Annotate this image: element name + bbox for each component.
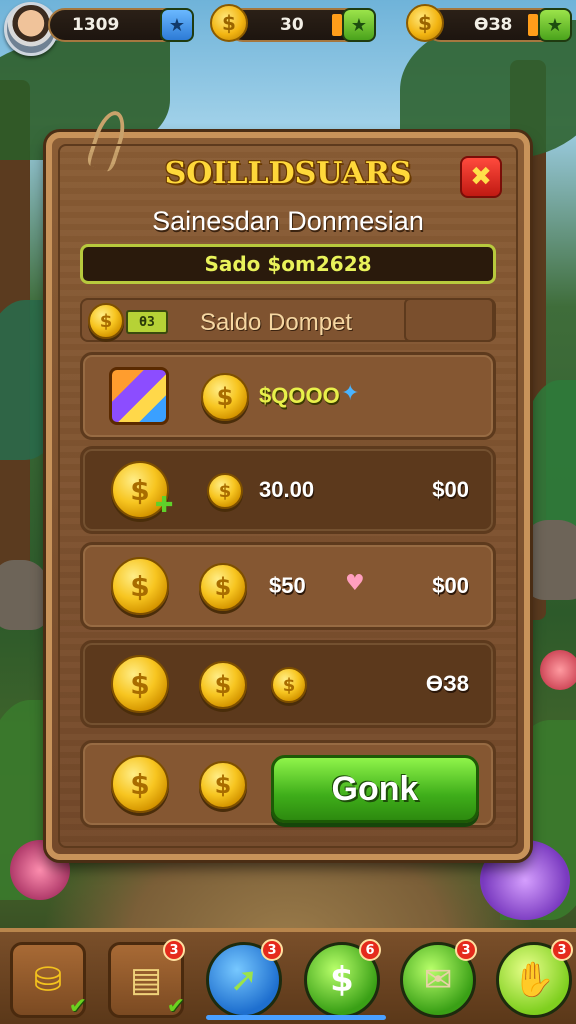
notification-badge: 6 xyxy=(359,939,381,961)
cash-bundle-button[interactable]: ▤ 3 ✔ xyxy=(108,939,185,1019)
coin-icon: $ xyxy=(199,761,247,809)
row-price: ӨЗ8 xyxy=(425,671,469,696)
heart-icon: ♥ xyxy=(345,571,365,596)
coin-icon: $ xyxy=(271,667,307,703)
add-coins-button-2[interactable]: ★ xyxy=(538,8,572,42)
shop-row[interactable]: $ $ $ ӨЗ8 xyxy=(80,640,496,728)
coin-progress-marker-2 xyxy=(528,14,538,36)
coin-icon: $ xyxy=(199,661,247,709)
coin-icon: $ xyxy=(199,563,247,611)
coin-progress-marker xyxy=(332,14,342,36)
wallet-panel: SOILLDSUARS ✖ Sainesdan Donmesian Sado $… xyxy=(46,107,530,860)
check-icon: ✔ xyxy=(166,994,185,1019)
player-score-value: 1309 xyxy=(72,15,120,35)
player-score-pill: 1309 ★ xyxy=(48,8,194,42)
add-score-button[interactable]: ★ xyxy=(160,8,194,42)
coin-icon: $ xyxy=(111,755,169,813)
coin-icon: $ xyxy=(210,4,248,42)
check-icon: ✔ xyxy=(68,994,87,1019)
balance-display: Sado $om2628 xyxy=(80,244,496,284)
balance-value: Sado $om2628 xyxy=(204,252,372,276)
home-arrow-icon: ➚ xyxy=(229,960,259,1000)
add-coins-button-1[interactable]: ★ xyxy=(342,8,376,42)
wallet-icon: ӨЗ xyxy=(126,310,168,334)
coin-icon: $ xyxy=(111,655,169,713)
notification-badge: 3 xyxy=(455,939,477,961)
shop-row[interactable]: $ ✚ $ 30.00 $00 xyxy=(80,446,496,534)
coin-icon: $ xyxy=(111,557,169,615)
star-icon: ★ xyxy=(546,14,564,36)
close-button[interactable]: ✖ xyxy=(460,156,502,198)
coin-pill-1: 30 ★ xyxy=(226,8,376,42)
panel-body: SOILLDSUARS ✖ Sainesdan Donmesian Sado $… xyxy=(58,144,518,848)
cash-bundle-icon: ▤ xyxy=(129,960,163,1000)
row-price: $00 xyxy=(432,477,469,502)
coin-pill-2: ӨЗ8 ★ xyxy=(424,8,572,42)
row-amount: $QOOO xyxy=(259,383,340,408)
notification-badge: 3 xyxy=(261,939,283,961)
coin-value-1: 30 xyxy=(280,15,304,35)
hand-icon: ✋ xyxy=(512,960,556,1000)
row-price: $00 xyxy=(432,573,469,598)
wallet-side-slot[interactable] xyxy=(404,298,494,342)
hand-button[interactable]: ✋ 3 xyxy=(496,939,573,1018)
shop-row[interactable]: $ $QOOO ✦ xyxy=(80,352,496,440)
coin-value-2: ӨЗ8 xyxy=(474,15,513,35)
shop-row[interactable]: $ $ $50 ♥ $00 xyxy=(80,542,496,630)
coin-icon: $ xyxy=(201,373,249,421)
panel-title: SOILLDSUARS xyxy=(164,156,412,191)
close-icon: ✖ xyxy=(470,162,492,192)
blue-sparkle-icon: ✦ xyxy=(341,381,360,406)
top-resource-bar: 1309 ★ 30 ★ $ ӨЗ8 ★ $ xyxy=(0,0,576,56)
coin-icon: $ xyxy=(406,4,444,42)
star-icon: ★ xyxy=(350,14,368,36)
treasure-chest-icon xyxy=(109,367,169,425)
dollar-icon: $ xyxy=(330,960,354,1000)
bottom-navigation-bar: ⛁ ✔ ▤ 3 ✔ ➚ 3 $ 6 ✉ 3 ✋ 3 xyxy=(0,928,576,1024)
dollar-shop-button[interactable]: $ 6 xyxy=(304,939,381,1018)
green-plus-icon: ✚ xyxy=(155,493,174,518)
action-row: $ $ Gonk xyxy=(80,740,496,828)
coin-stack-button[interactable]: ⛁ ✔ xyxy=(10,942,87,1019)
star-icon: ★ xyxy=(168,14,186,36)
scroll-button[interactable]: ✉ 3 xyxy=(400,939,477,1018)
row-amount: 30.00 xyxy=(259,477,315,502)
gonk-button[interactable]: Gonk xyxy=(271,755,479,823)
coin-icon: $ xyxy=(207,473,243,509)
notification-badge: 3 xyxy=(551,939,573,961)
coin-icon: $ xyxy=(88,303,124,339)
coin-stack-icon: ⛁ xyxy=(33,960,63,1000)
home-button[interactable]: ➚ 3 xyxy=(206,939,283,1018)
notification-badge: 3 xyxy=(163,939,185,961)
wallet-header-row: $ ӨЗ Saldo Dompet xyxy=(80,298,496,342)
page-indicator xyxy=(206,1015,386,1020)
scroll-icon: ✉ xyxy=(423,960,453,1000)
row-amount: $50 xyxy=(269,573,306,598)
wallet-label: Saldo Dompet xyxy=(200,309,353,336)
panel-subtitle: Sainesdan Donmesian xyxy=(152,206,424,236)
